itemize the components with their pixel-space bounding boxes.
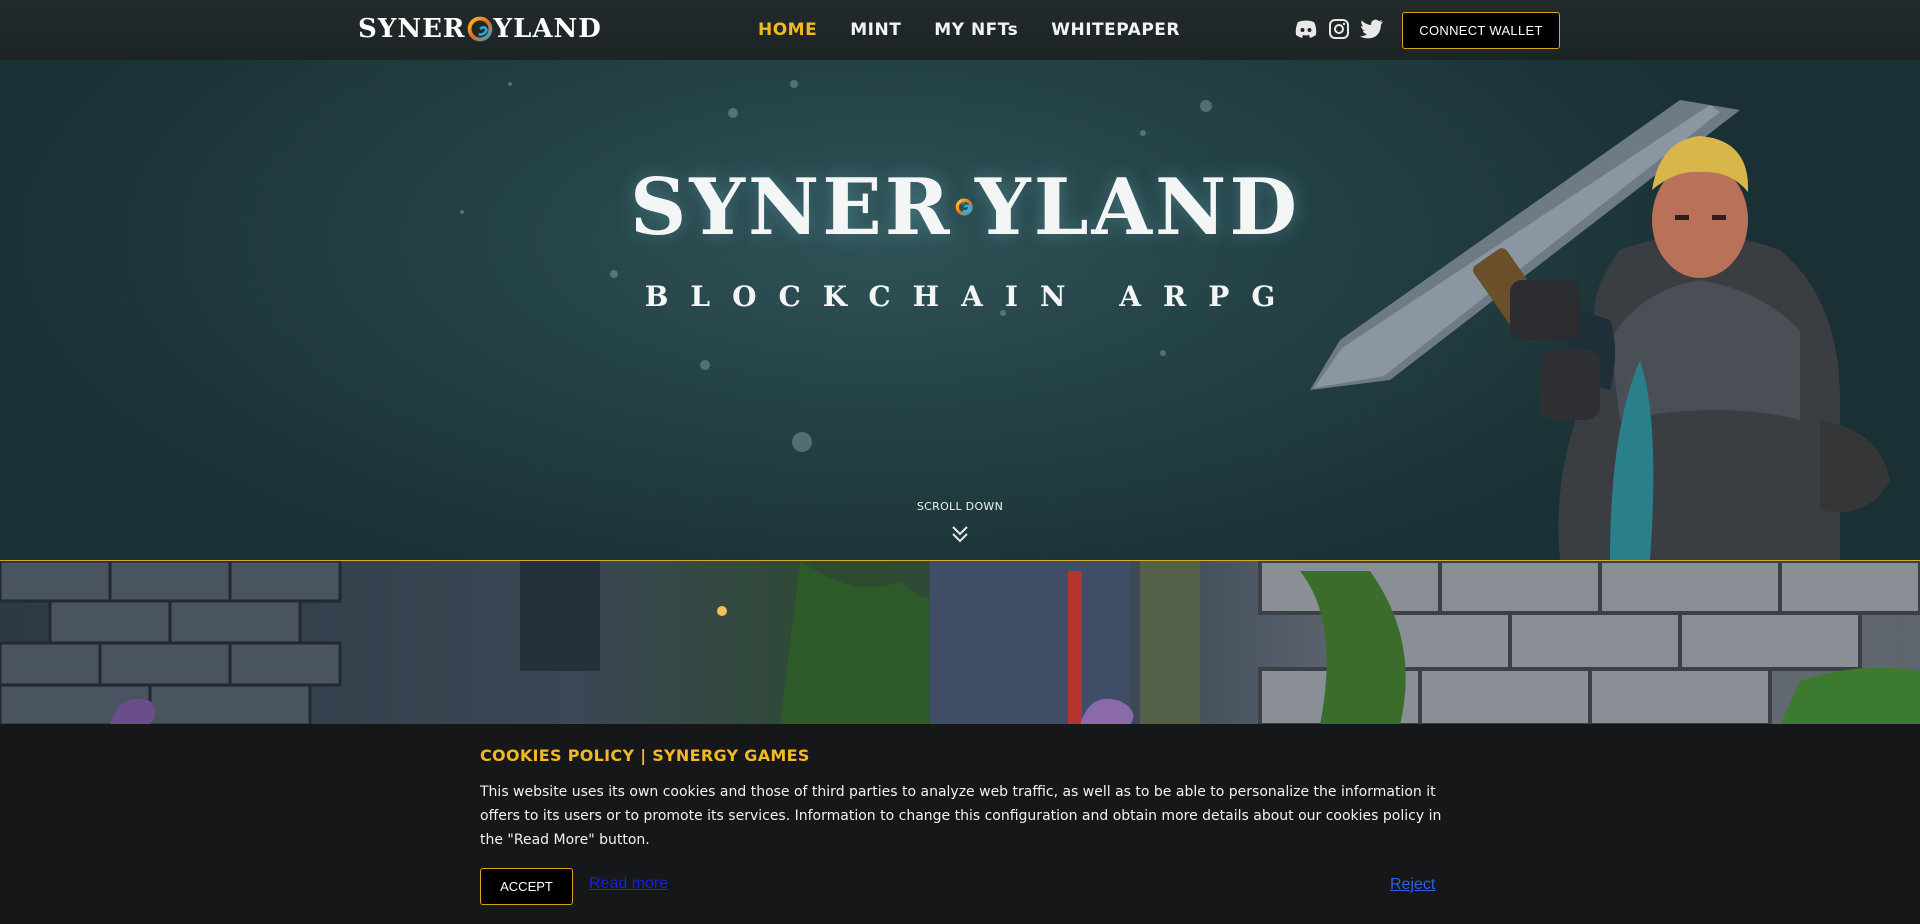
main-nav: HOME MINT MY NFTs WHITEPAPER bbox=[758, 18, 1213, 42]
brand-text-right: YLAND bbox=[493, 14, 602, 44]
nav-my-nfts[interactable]: MY NFTs bbox=[934, 18, 1018, 42]
cookie-banner-text: This website uses its own cookies and th… bbox=[480, 784, 1442, 848]
particle bbox=[1140, 130, 1146, 136]
read-more-link[interactable]: Read more bbox=[589, 875, 668, 893]
instagram-icon[interactable] bbox=[1327, 17, 1351, 41]
discord-icon[interactable] bbox=[1294, 17, 1318, 41]
synergy-swirl-icon bbox=[955, 198, 973, 216]
connect-wallet-button[interactable]: CONNECT WALLET bbox=[1402, 12, 1560, 49]
twitter-icon[interactable] bbox=[1360, 17, 1384, 41]
reject-cookies-link[interactable]: Reject bbox=[1390, 876, 1435, 894]
particle bbox=[508, 82, 512, 86]
scroll-down-label: SCROLL DOWN bbox=[916, 500, 1004, 513]
nav-home[interactable]: HOME bbox=[758, 18, 817, 42]
cookie-banner-title: COOKIES POLICY | SYNERGY GAMES bbox=[480, 746, 810, 765]
particle bbox=[1160, 350, 1166, 356]
hero-logo: SYNER YLAND bbox=[630, 152, 1300, 262]
accept-cookies-button[interactable]: ACCEPT bbox=[480, 868, 573, 905]
hero-logo-right: YLAND bbox=[975, 161, 1300, 253]
brand-logo[interactable]: SYNER YLAND bbox=[358, 12, 602, 46]
knight-character-illustration bbox=[1310, 100, 1890, 560]
game-scene-illustration bbox=[0, 561, 1920, 725]
top-navbar: SYNER YLAND HOME MINT MY NFTs WHITEPAPER bbox=[0, 0, 1920, 60]
brand-text-left: SYNER bbox=[358, 14, 466, 44]
hero-section: SYNER YLAND BLOCKCHAIN ARPG SCROLL DOWN bbox=[0, 60, 1920, 560]
synergy-swirl-icon bbox=[467, 16, 492, 42]
particle bbox=[700, 360, 710, 370]
chevron-double-down-icon[interactable] bbox=[950, 524, 970, 544]
particle bbox=[728, 108, 738, 118]
nav-mint[interactable]: MINT bbox=[850, 18, 901, 42]
hero-logo-left: SYNER bbox=[630, 161, 953, 253]
particle bbox=[792, 432, 812, 452]
social-links bbox=[1294, 17, 1384, 41]
cookie-banner: COOKIES POLICY | SYNERGY GAMES This webs… bbox=[0, 724, 1920, 924]
particle bbox=[610, 270, 618, 278]
scene-artwork bbox=[0, 561, 1920, 725]
particle bbox=[1200, 100, 1212, 112]
nav-whitepaper[interactable]: WHITEPAPER bbox=[1051, 18, 1180, 42]
particle bbox=[790, 80, 798, 88]
particle bbox=[460, 210, 464, 214]
